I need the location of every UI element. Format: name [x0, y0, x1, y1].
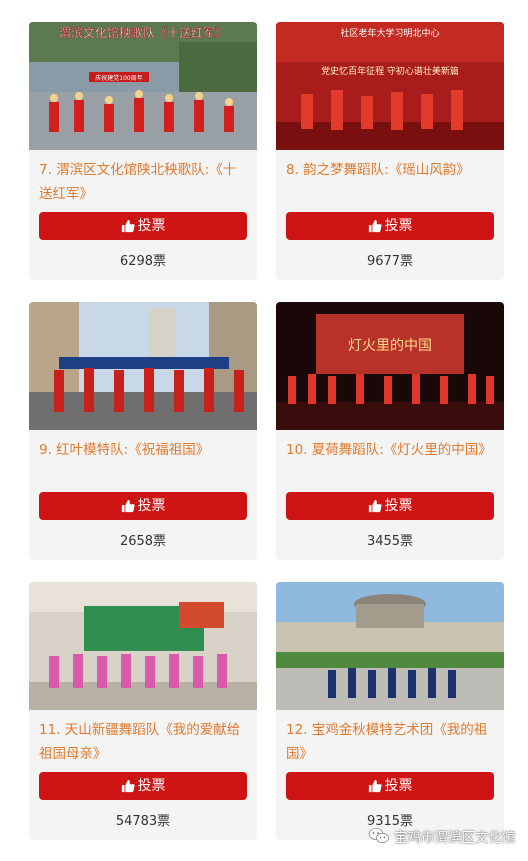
stage-red-photo: 社区老年大学习明北中心 党史忆百年征程 守初心谱壮美新篇 [276, 22, 504, 150]
vote-label: 投票 [384, 778, 413, 794]
overlay-caption: 渭滨文化馆秧歌队《十送红军》 [59, 25, 227, 40]
vote-count: 3455票 [366, 534, 414, 549]
entry-card[interactable]: 9. 红叶模特队:《祝福祖国》 投票 2658票 [29, 302, 257, 560]
yangge-photo: 庆祝建党100周年 渭滨文化馆秧歌队《十送红军》 [29, 22, 257, 150]
vote-label: 投票 [137, 778, 166, 794]
vote-label: 投票 [137, 498, 166, 514]
entry-card[interactable]: 11. 天山新疆舞蹈队《我的爱献给祖国母亲》 投票 54783票 [29, 582, 257, 840]
entry-thumbnail[interactable]: 灯火里的中国 [276, 302, 504, 430]
entry-title[interactable]: 8. 韵之梦舞蹈队:《瑶山风韵》 [286, 158, 496, 182]
thumbs-up-icon [121, 219, 135, 233]
vote-button[interactable]: 投票 [39, 772, 247, 800]
banner-text: 庆祝建党100周年 [95, 74, 142, 82]
plaza-photo [29, 302, 257, 430]
vote-label: 投票 [384, 498, 413, 514]
entry-card[interactable]: 庆祝建党100周年 渭滨文化馆秧歌队《十送红军》 7. 渭滨区文化馆陕北秧歌队:… [29, 22, 257, 280]
watermark: 宝鸡市渭滨区文化馆 [368, 826, 516, 848]
thumbs-up-icon [121, 499, 135, 513]
vote-button[interactable]: 投票 [286, 492, 494, 520]
vote-label: 投票 [384, 218, 413, 234]
entry-thumbnail[interactable] [276, 582, 504, 710]
museum-photo [276, 582, 504, 710]
vote-count: 6298票 [119, 254, 167, 269]
stage-dark-photo: 灯火里的中国 [276, 302, 504, 430]
overlay-caption: 灯火里的中国 [348, 338, 432, 354]
banner-text: 社区老年大学习明北中心 [340, 27, 439, 39]
thumbs-up-icon [368, 499, 382, 513]
entry-card[interactable]: 灯火里的中国 10. 夏荷舞蹈队:《灯火里的中国》 投票 3455票 [276, 302, 504, 560]
entry-card[interactable]: 社区老年大学习明北中心 党史忆百年征程 守初心谱壮美新篇 8. 韵之梦舞蹈队:《… [276, 22, 504, 280]
vote-count: 9677票 [366, 254, 414, 269]
entry-thumbnail[interactable]: 社区老年大学习明北中心 党史忆百年征程 守初心谱壮美新篇 [276, 22, 504, 150]
vote-button[interactable]: 投票 [39, 212, 247, 240]
entry-thumbnail[interactable] [29, 302, 257, 430]
vote-button[interactable]: 投票 [286, 212, 494, 240]
entry-title[interactable]: 10. 夏荷舞蹈队:《灯火里的中国》 [286, 438, 496, 462]
thumbs-up-icon [121, 779, 135, 793]
vote-label: 投票 [137, 218, 166, 234]
wechat-icon [368, 827, 390, 845]
thumbs-up-icon [368, 219, 382, 233]
vote-button[interactable]: 投票 [286, 772, 494, 800]
entry-title[interactable]: 7. 渭滨区文化馆陕北秧歌队:《十送红军》 [39, 158, 249, 206]
entry-title[interactable]: 12. 宝鸡金秋模特艺术团《我的祖国》 [286, 718, 496, 766]
entry-thumbnail[interactable] [29, 582, 257, 710]
entry-thumbnail[interactable]: 庆祝建党100周年 渭滨文化馆秧歌队《十送红军》 [29, 22, 257, 150]
vote-button[interactable]: 投票 [39, 492, 247, 520]
thumbs-up-icon [368, 779, 382, 793]
mall-photo [29, 582, 257, 710]
vote-count: 54783票 [115, 814, 171, 829]
entry-card[interactable]: 12. 宝鸡金秋模特艺术团《我的祖国》 投票 9315票 [276, 582, 504, 840]
watermark-text: 宝鸡市渭滨区文化馆 [394, 830, 516, 846]
entry-title[interactable]: 11. 天山新疆舞蹈队《我的爱献给祖国母亲》 [39, 718, 249, 766]
entry-title[interactable]: 9. 红叶模特队:《祝福祖国》 [39, 438, 249, 462]
overlay-caption: 党史忆百年征程 守初心谱壮美新篇 [321, 65, 459, 77]
vote-count: 2658票 [119, 534, 167, 549]
